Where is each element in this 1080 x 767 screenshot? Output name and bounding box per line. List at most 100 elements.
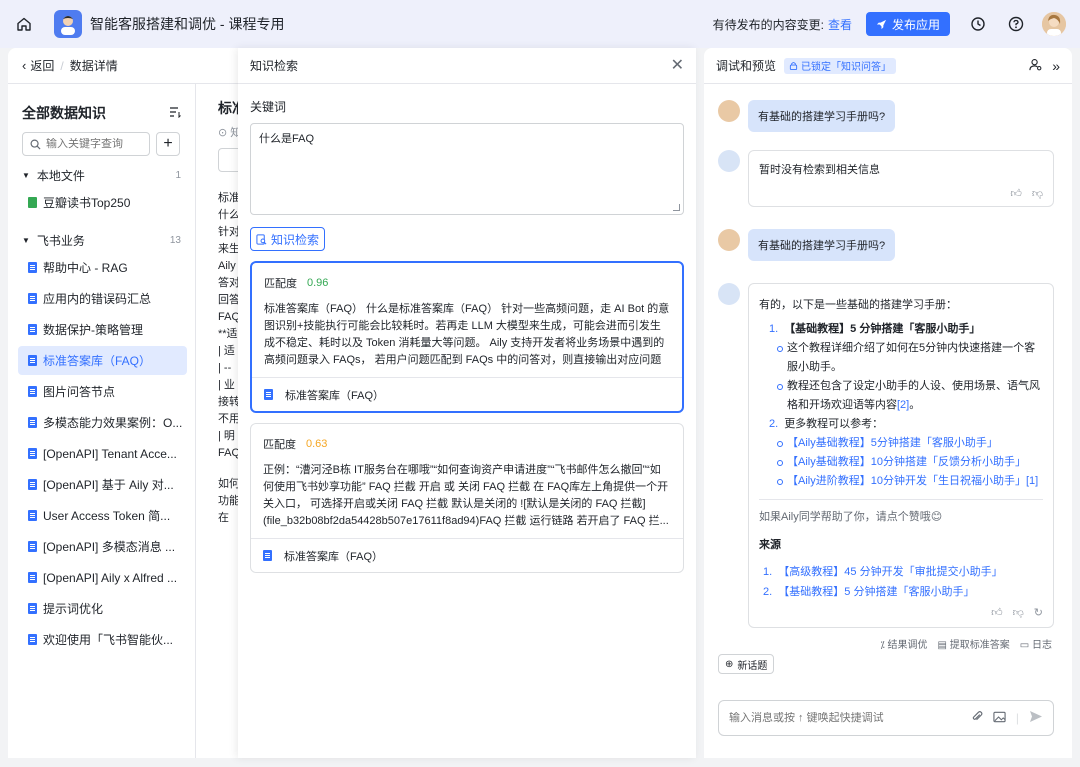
sidebar-item-label: 提示词优化 [43,602,104,616]
doc-icon [28,262,37,273]
score-label: 匹配度 [263,439,296,451]
tutorial-link[interactable]: 【Aily进阶教程】10分钟开发「生日祝福小助手」[1] [769,472,1043,491]
help-icon[interactable] [1006,14,1026,34]
group-count: 13 [169,234,181,246]
score-value: 0.63 [306,438,328,450]
user-settings-icon[interactable] [1029,58,1042,74]
app-avatar [54,10,82,38]
user-avatar[interactable] [1042,12,1066,36]
view-changes-link[interactable]: 查看 [828,16,852,33]
breadcrumb-separator: / [60,58,64,73]
user-message: 有基础的搭建学习手册吗? [718,100,1058,132]
sources-list: 1. 【高级教程】45 分钟开发「审批提交小助手」 2. 【基础教程】5 分钟搭… [763,566,1003,598]
sidebar-item-data-protection[interactable]: 数据保护-策略管理 [18,315,187,344]
sidebar-item-openapi-aily[interactable]: [OpenAPI] 基于 Aily 对... [18,470,187,499]
source-link[interactable]: 【基础教程】5 分钟搭建「客服小助手」 [778,586,974,598]
resize-handle-icon[interactable] [673,204,680,211]
sidebar-item-label: 图片问答节点 [43,385,116,399]
sidebar-title: 全部数据知识 [22,105,106,121]
sidebar-item-faq[interactable]: 标准答案库（FAQ） [18,346,187,375]
message-tools: ⁒ 结果调优 ▤ 提取标准答案 ▭ 日志 [718,636,1058,651]
search-result-card[interactable]: 匹配度 0.96 标准答案库（FAQ） 什么是标准答案库（FAQ） 针对一些高频… [250,261,684,413]
close-icon[interactable]: ✕ [671,57,684,74]
group-feishu-business[interactable]: ▼ 飞书业务 13 [22,227,181,253]
spreadsheet-icon [28,197,37,208]
sidebar-item-multimodal-msg[interactable]: [OpenAPI] 多模态消息 ... [18,532,187,561]
chat-thread: 有基础的搭建学习手册吗? 暂时没有检索到相关信息 👍︎ 👎︎ 有基础的搭建学习手… [704,84,1072,651]
thumbs-up-icon[interactable]: 👍︎ [1010,187,1022,200]
send-icon[interactable] [1029,710,1043,726]
back-button[interactable]: ‹ 返回 [22,57,54,74]
tutorial-link[interactable]: 【Aily基础教程】5分钟搭建「客服小助手」 [769,434,1043,453]
sidebar-item-label: [OpenAPI] 基于 Aily 对... [43,478,174,492]
keyword-label: 关键词 [250,100,287,114]
extract-answer-button[interactable]: ▤ 提取标准答案 [938,636,1010,651]
image-icon[interactable] [993,711,1006,726]
source-link[interactable]: 【高级教程】45 分钟开发「审批提交小助手」 [778,566,1002,578]
attachment-icon[interactable] [971,710,983,726]
doc-icon [28,634,37,645]
sidebar-item-alfred[interactable]: [OpenAPI] Aily x Alfred ... [18,563,187,592]
user-message: 有基础的搭建学习手册吗? [718,229,1058,261]
sidebar-item-image-qa[interactable]: 图片问答节点 [18,377,187,406]
search-result-card[interactable]: 匹配度 0.63 正例：“漕河泾B栋 IT服务台在哪哦”“如何查询资产申请进度”… [250,423,684,573]
tutorial-link[interactable]: 【Aily基础教程】10分钟搭建「反馈分析小助手」 [769,453,1043,472]
breadcrumb-current: 数据详情 [69,59,118,73]
sidebar-item-label: 帮助中心 - RAG [43,261,128,275]
top-bar: 智能客服搭建和调优 - 课程专用 有待发布的内容变更: 查看 发布应用 [0,0,1080,48]
caret-down-icon: ▼ [22,170,30,180]
sidebar-item-help-center[interactable]: 帮助中心 - RAG [18,253,187,282]
publish-app-button[interactable]: 发布应用 [865,12,950,36]
doc-icon [264,389,273,400]
sidebar-item-multimodal[interactable]: 多模态能力效果案例：O... [18,408,187,437]
doc-icon [28,417,37,428]
lock-icon [789,62,798,70]
regenerate-icon[interactable]: ↻ [1034,606,1043,619]
new-topic-button[interactable]: ⊕ 新话题 [718,654,775,674]
user-message-text: 有基础的搭建学习手册吗? [748,229,896,261]
result-source[interactable]: 标准答案库（FAQ） [252,377,682,411]
divider [759,499,1043,500]
search-icon [30,139,41,150]
sidebar-item-label: [OpenAPI] Aily x Alfred ... [43,570,178,585]
sidebar-item-label: 标准答案库（FAQ） [43,354,152,368]
message-input[interactable] [729,712,971,724]
sidebar-item-welcome[interactable]: 欢迎使用「飞书智能伙... [18,625,187,654]
thumbs-up-icon[interactable]: 👍︎ [991,606,1003,619]
plus-circle-icon: ⊕ [725,658,734,670]
sidebar-item-tenant-access[interactable]: [OpenAPI] Tenant Acce... [18,439,187,468]
log-button[interactable]: ▭ 日志 [1020,636,1052,651]
sidebar-item-error-codes[interactable]: 应用内的错误码汇总 [18,284,187,313]
sources-title: 来源 [759,539,781,551]
group-label: 本地文件 [36,168,85,183]
group-label: 飞书业务 [36,233,85,248]
preview-title: 调试和预览 [716,59,777,73]
answer-bullet: 教程还包含了设定小助手的人设、使用场景、语气风格和开场欢迎语等内容[2]。 [769,377,1043,415]
bot-message: 暂时没有检索到相关信息 👍︎ 👎︎ [718,150,1058,207]
thumbs-down-icon[interactable]: 👎︎ [1032,187,1043,200]
add-knowledge-button[interactable]: + [156,132,180,156]
sidebar-item-label: 数据保护-策略管理 [43,323,143,337]
answer-list: 1. 【基础教程】5 分钟搭建「客服小助手」 这个教程详细介绍了如何在5分钟内快速… [759,320,1043,491]
knowledge-search-button[interactable]: 知识检索 [250,227,325,251]
thumbs-down-icon[interactable]: 👎︎ [1013,606,1024,619]
sidebar-search-input[interactable] [46,138,142,150]
sidebar-item-prompt-opt[interactable]: 提示词优化 [18,594,187,623]
keyword-textarea[interactable]: 什么是FAQ [250,123,684,215]
result-source[interactable]: 标准答案库（FAQ） [251,538,683,572]
group-local-files[interactable]: ▼ 本地文件 1 [22,162,181,188]
publish-app-label: 发布应用 [891,17,940,32]
history-icon[interactable] [968,14,988,34]
citation-link[interactable]: [2] [897,399,909,411]
knowledge-search-panel: 知识检索 ✕ 关键词 什么是FAQ 知识检索 匹配度 0.96 标准答案库（FA… [238,48,696,758]
collapse-panel-icon[interactable]: » [1052,58,1060,74]
caret-down-icon: ▼ [22,235,30,245]
home-icon[interactable] [14,14,34,34]
sidebar-item-douban[interactable]: 豆瓣读书Top250 [18,188,187,217]
sidebar-item-user-access-token[interactable]: User Access Token 简... [18,501,187,530]
sort-icon[interactable] [169,106,181,121]
input-divider: | [1015,711,1019,725]
locked-skill-label: 已锁定「知识问答」 [801,62,892,73]
tune-result-button[interactable]: ⁒ 结果调优 [880,636,927,651]
rocket-icon [876,19,887,29]
